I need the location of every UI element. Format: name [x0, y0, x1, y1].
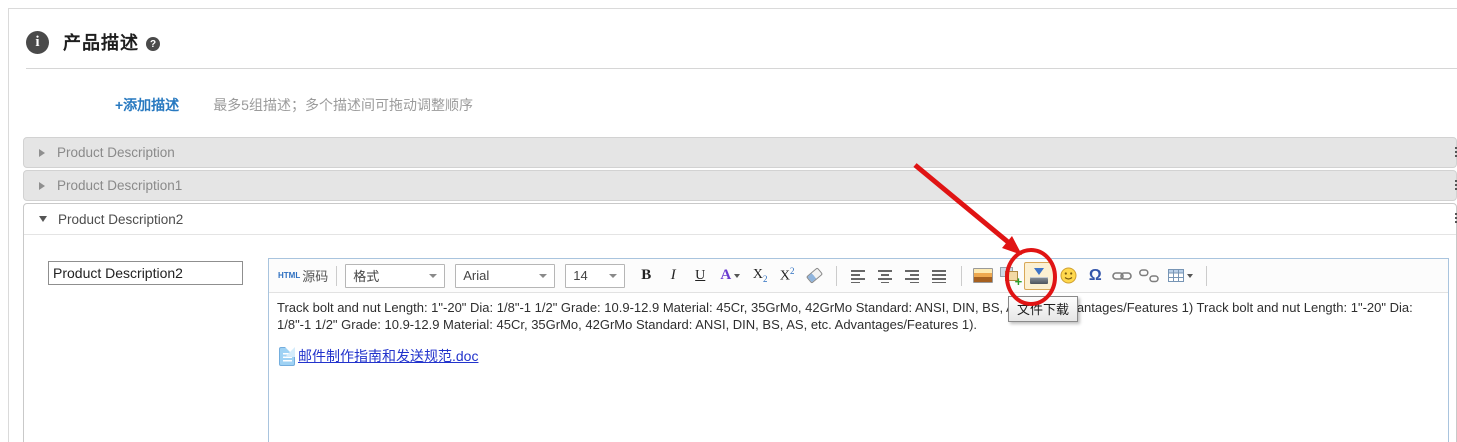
attachment-link[interactable]: 邮件制作指南和发送规范.doc [298, 346, 478, 366]
align-left-button[interactable] [845, 263, 871, 289]
info-icon: i [26, 31, 49, 54]
source-code-button[interactable]: HTML 源码 [278, 266, 328, 285]
subscript-button[interactable]: X2 [747, 263, 773, 289]
batch-images-button[interactable]: + [997, 263, 1023, 289]
align-justify-icon [931, 269, 947, 283]
align-center-button[interactable] [872, 263, 898, 289]
editor-content-area[interactable]: Track bolt and nut Length: 1"-20" Dia: 1… [269, 293, 1448, 366]
toolbar-separator [1206, 266, 1207, 286]
editor-body-text: Track bolt and nut Length: 1"-20" Dia: 1… [277, 299, 1427, 333]
page-title: 产品描述 [63, 29, 139, 55]
align-justify-button[interactable] [926, 263, 952, 289]
product-description-page: i 产品描述 ? +添加描述 最多5组描述；多个描述间可拖动调整顺序 Produ… [0, 0, 1457, 442]
panel-product-description[interactable]: Product Description [23, 137, 1457, 168]
align-right-button[interactable] [899, 263, 925, 289]
table-icon [1168, 269, 1184, 282]
add-description-button[interactable]: +添加描述 [115, 95, 179, 115]
italic-button[interactable]: I [660, 263, 686, 289]
underline-button[interactable]: U [687, 263, 713, 289]
description-name-input[interactable] [48, 261, 243, 285]
align-left-icon [850, 269, 866, 283]
link-icon [1112, 270, 1132, 282]
help-icon[interactable]: ? [146, 37, 160, 51]
toolbar-separator [336, 266, 337, 286]
toolbar-separator [836, 266, 837, 286]
bold-button[interactable]: B [633, 263, 659, 289]
chevron-down-icon [609, 274, 617, 278]
panel-title: Product Description [57, 145, 175, 160]
chevron-down-icon [39, 216, 47, 222]
attachment-row: 邮件制作指南和发送规范.doc [279, 346, 1439, 366]
chevron-right-icon [39, 182, 45, 190]
doc-file-icon [279, 347, 295, 366]
toolbar-separator [961, 266, 962, 286]
font-family-select[interactable]: Arial [455, 264, 555, 288]
font-color-button[interactable]: A [714, 263, 746, 289]
editor-toolbar: HTML 源码 格式 Arial 14 B I U A [269, 259, 1448, 293]
panel-product-description1[interactable]: Product Description1 [23, 170, 1457, 201]
chevron-right-icon [39, 149, 45, 157]
font-size-select[interactable]: 14 [565, 264, 625, 288]
chevron-down-icon [429, 274, 437, 278]
insert-image-button[interactable] [970, 263, 996, 289]
panel-title: Product Description1 [57, 178, 182, 193]
chevron-down-icon [539, 274, 547, 278]
image-icon [973, 268, 993, 283]
emoticon-button[interactable] [1055, 263, 1081, 289]
add-description-row: +添加描述 最多5组描述；多个描述间可拖动调整顺序 [115, 95, 473, 115]
chevron-down-icon [1187, 274, 1193, 278]
file-download-tooltip: 文件下载 [1008, 296, 1078, 322]
smiley-icon [1060, 267, 1077, 284]
remove-format-button[interactable] [801, 263, 827, 289]
align-right-icon [904, 269, 920, 283]
section-header: i 产品描述 ? [26, 29, 160, 55]
format-select[interactable]: 格式 [345, 264, 445, 288]
special-character-button[interactable]: Ω [1082, 263, 1108, 289]
superscript-button[interactable]: X2 [774, 263, 800, 289]
unlink-icon [1139, 269, 1159, 283]
eraser-icon [806, 267, 823, 284]
panel-product-description2-header[interactable]: Product Description2 [24, 204, 1456, 235]
rich-text-editor: HTML 源码 格式 Arial 14 B I U A [268, 258, 1449, 442]
insert-table-button[interactable] [1163, 263, 1197, 289]
file-download-icon [1030, 268, 1048, 284]
insert-link-button[interactable] [1109, 263, 1135, 289]
panel-title: Product Description2 [58, 212, 183, 227]
file-download-button[interactable] [1024, 262, 1054, 290]
unlink-button[interactable] [1136, 263, 1162, 289]
html-badge: HTML [278, 271, 300, 280]
align-center-icon [877, 269, 893, 283]
header-divider [26, 68, 1457, 69]
add-description-note: 最多5组描述；多个描述间可拖动调整顺序 [213, 95, 473, 115]
chevron-down-icon [734, 274, 740, 278]
batch-images-icon: + [1000, 267, 1020, 284]
